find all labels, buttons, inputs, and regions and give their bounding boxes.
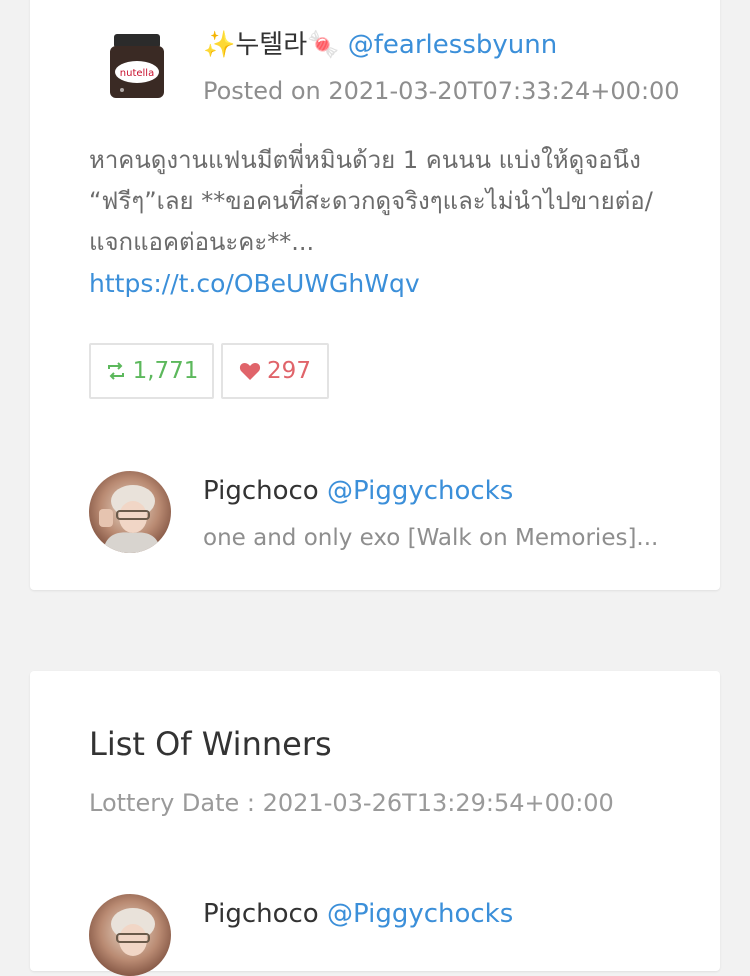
winner-display-name[interactable]: Pigchoco — [203, 899, 319, 929]
lottery-date: Lottery Date : 2021-03-26T13:29:54+00:00 — [89, 789, 614, 817]
posted-timestamp: Posted on 2021-03-20T07:33:24+00:00 — [203, 77, 680, 105]
winner-name-line: Pigchoco @Piggychocks — [203, 897, 513, 931]
author-handle-link[interactable]: @fearlessbyunn — [348, 30, 557, 60]
like-count: 297 — [267, 358, 311, 384]
winners-title: List Of Winners — [89, 725, 332, 763]
participant-avatar[interactable] — [89, 471, 171, 553]
participant-bio: one and only exo [Walk on Memories]... — [203, 525, 659, 551]
tweet-link[interactable]: https://t.co/OBeUWGhWqv — [89, 269, 420, 298]
retweet-count: 1,771 — [132, 358, 199, 384]
profile-photo-avatar — [89, 894, 171, 976]
author-name-line: ✨누텔라🍬 @fearlessbyunn — [203, 28, 557, 62]
winner-handle-link[interactable]: @Piggychocks — [327, 899, 513, 929]
retweet-count-button[interactable]: 1,771 — [89, 343, 214, 399]
like-count-button[interactable]: 297 — [221, 343, 329, 399]
tweet-body: หาคนดูงานแฟนมีตพี่หมินด้วย 1 คนนน แบ่งให… — [89, 140, 669, 305]
participant-display-name[interactable]: Pigchoco — [203, 476, 319, 506]
participant-handle-link[interactable]: @Piggychocks — [327, 476, 513, 506]
nutella-logo-text: nutella — [120, 68, 154, 79]
retweet-icon — [107, 362, 124, 380]
author-display-name[interactable]: ✨누텔라🍬 — [203, 30, 340, 60]
heart-icon — [239, 363, 261, 380]
profile-photo-avatar — [89, 471, 171, 553]
winner-avatar[interactable] — [89, 894, 171, 976]
tweet-text: หาคนดูงานแฟนมีตพี่หมินด้วย 1 คนนน แบ่งให… — [89, 146, 653, 256]
winners-card: List Of Winners Lottery Date : 2021-03-2… — [30, 671, 720, 976]
author-avatar[interactable]: nutella — [94, 24, 180, 110]
nutella-jar-icon: nutella — [94, 24, 180, 110]
participant-name-line: Pigchoco @Piggychocks — [203, 474, 513, 508]
tweet-card: nutella ✨누텔라🍬 @fearlessbyunn Posted on 2… — [30, 0, 720, 590]
